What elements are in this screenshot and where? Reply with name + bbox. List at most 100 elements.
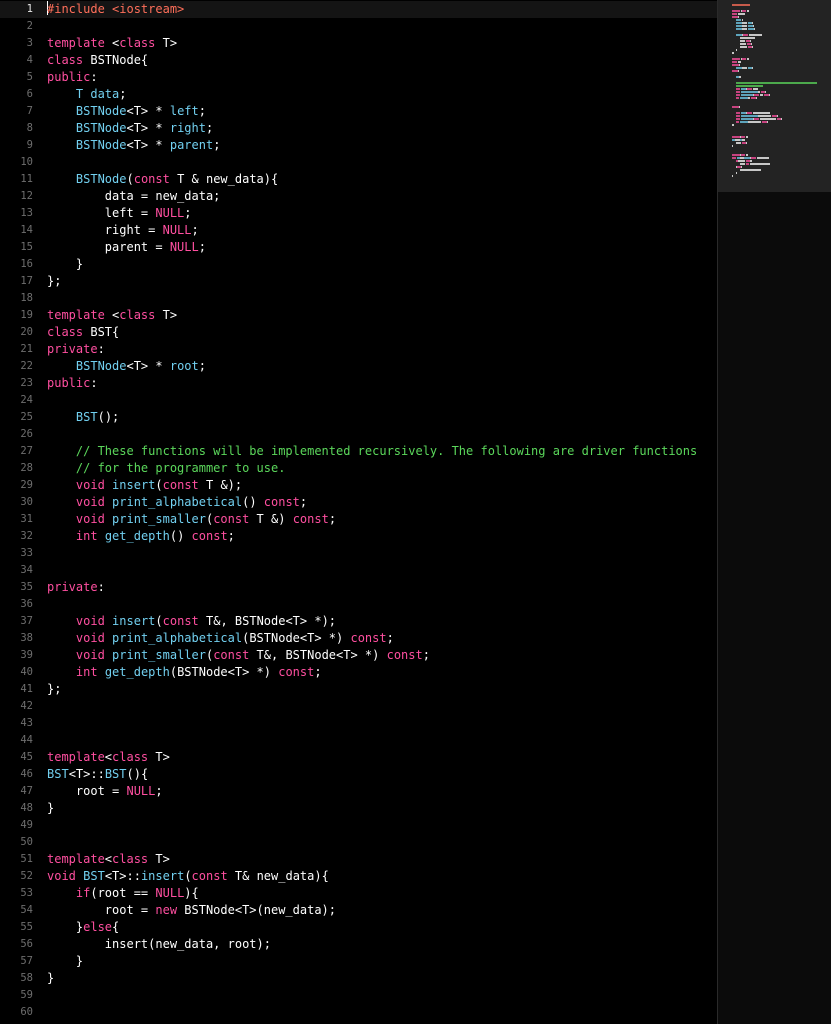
- code-line[interactable]: 19 template <class T>: [0, 307, 717, 324]
- code-line[interactable]: 50: [0, 834, 717, 851]
- code-token: (: [155, 614, 163, 628]
- code-line[interactable]: 45 template<class T>: [0, 749, 717, 766]
- code-line[interactable]: 38 void print_alphabetical(BSTNode<T> *)…: [0, 630, 717, 647]
- code-line[interactable]: 21 private:: [0, 341, 717, 358]
- code-line[interactable]: 53 if(root == NULL){: [0, 885, 717, 902]
- code-line[interactable]: 13 left = NULL;: [0, 205, 717, 222]
- code-token: template: [47, 852, 105, 866]
- code-line[interactable]: 24: [0, 392, 717, 409]
- code-token: T>: [155, 36, 178, 50]
- code-line[interactable]: 55 }else{: [0, 919, 717, 936]
- code-line[interactable]: 41};: [0, 681, 717, 698]
- code-line[interactable]: 29 void insert(const T &);: [0, 477, 717, 494]
- code-token: class: [112, 750, 149, 764]
- code-line[interactable]: 12 data = new_data;: [0, 188, 717, 205]
- code-line[interactable]: 52 void BST<T>::insert(const T& new_data)…: [0, 868, 717, 885]
- code-line[interactable]: 60: [0, 1004, 717, 1021]
- code-line[interactable]: 17};: [0, 273, 717, 290]
- code-token: ;: [314, 665, 322, 679]
- code-line[interactable]: 56 insert(new_data, root);: [0, 936, 717, 953]
- minimap-token: [747, 58, 750, 60]
- minimap-token: [735, 28, 743, 30]
- code-line[interactable]: 54 root = new BSTNode<T>(new_data);: [0, 902, 717, 919]
- minimap-token: [742, 28, 748, 30]
- code-line[interactable]: 7 BSTNode<T> * left;: [0, 103, 717, 120]
- code-editor[interactable]: 1 #include <iostream> 2 3 template <class T>…: [0, 0, 717, 1024]
- minimap-token: [749, 34, 763, 36]
- code-line[interactable]: 20 class BST{: [0, 324, 717, 341]
- code-line[interactable]: 31 void print_smaller(const T &) const;: [0, 511, 717, 528]
- code-token: data = new_data;: [47, 189, 221, 203]
- code-text: }: [47, 953, 83, 970]
- minimap-token: [752, 88, 758, 90]
- code-line[interactable]: 5 public:: [0, 69, 717, 86]
- code-line[interactable]: 4 class BSTNode{: [0, 52, 717, 69]
- code-line[interactable]: 33: [0, 545, 717, 562]
- code-line[interactable]: 23 public:: [0, 375, 717, 392]
- code-line[interactable]: 44: [0, 732, 717, 749]
- minimap-token: [739, 163, 746, 165]
- minimap-token: [732, 58, 740, 60]
- line-number: 17: [20, 275, 33, 287]
- code-token: {: [112, 920, 120, 934]
- code-line[interactable]: 36: [0, 596, 717, 613]
- code-token: root =: [47, 903, 156, 917]
- code-line[interactable]: 40 int get_depth(BSTNode<T> *) const;: [0, 664, 717, 681]
- code-line[interactable]: 46 BST<T>::BST(){: [0, 766, 717, 783]
- minimap-token: [735, 91, 740, 93]
- code-line[interactable]: 15 parent = NULL;: [0, 239, 717, 256]
- code-line[interactable]: 10: [0, 154, 717, 171]
- minimap-token: [767, 121, 769, 123]
- code-line[interactable]: 25 BST();: [0, 409, 717, 426]
- code-line[interactable]: 11 BSTNode(const T & new_data){: [0, 171, 717, 188]
- code-line[interactable]: 27 // These functions will be implemente…: [0, 443, 717, 460]
- code-line[interactable]: 49: [0, 817, 717, 834]
- code-line[interactable]: 34: [0, 562, 717, 579]
- code-line[interactable]: 37 void insert(const T&, BSTNode<T> *);: [0, 613, 717, 630]
- code-line[interactable]: 59: [0, 987, 717, 1004]
- code-line[interactable]: 42: [0, 698, 717, 715]
- code-line[interactable]: 3 template <class T>: [0, 35, 717, 52]
- minimap[interactable]: [717, 0, 831, 1024]
- code-text: void print_smaller(const T &) const;: [47, 511, 336, 528]
- code-line[interactable]: 8 BSTNode<T> * right;: [0, 120, 717, 137]
- code-text: }: [47, 800, 54, 817]
- line-number: 10: [20, 156, 33, 168]
- code-line[interactable]: 30 void print_alphabetical() const;: [0, 494, 717, 511]
- code-line[interactable]: 47 root = NULL;: [0, 783, 717, 800]
- code-line[interactable]: 39 void print_smaller(const T&, BSTNode<…: [0, 647, 717, 664]
- line-number: 46: [20, 768, 33, 780]
- code-line[interactable]: 16 }: [0, 256, 717, 273]
- line-number: 47: [20, 785, 33, 797]
- line-number: 7: [26, 105, 33, 117]
- code-line[interactable]: 22 BSTNode<T> * root;: [0, 358, 717, 375]
- code-line[interactable]: 57 }: [0, 953, 717, 970]
- code-line[interactable]: 43: [0, 715, 717, 732]
- code-line[interactable]: 26: [0, 426, 717, 443]
- code-token: void: [75, 614, 105, 628]
- code-line[interactable]: 18: [0, 290, 717, 307]
- code-line[interactable]: 32 int get_depth() const;: [0, 528, 717, 545]
- code-token: T &);: [198, 478, 243, 492]
- code-line[interactable]: 6 T data;: [0, 86, 717, 103]
- code-token: <T>::: [104, 869, 141, 883]
- code-line[interactable]: 14 right = NULL;: [0, 222, 717, 239]
- minimap-token: [740, 154, 746, 156]
- code-line[interactable]: 9 BSTNode<T> * parent;: [0, 137, 717, 154]
- line-number: 5: [26, 71, 33, 83]
- code-line[interactable]: 35 private:: [0, 579, 717, 596]
- minimap-token: [735, 118, 740, 120]
- code-line[interactable]: 48}: [0, 800, 717, 817]
- minimap-token: [739, 37, 755, 39]
- code-line[interactable]: 1 #include <iostream>: [0, 1, 717, 18]
- code-line[interactable]: 51 template<class T>: [0, 851, 717, 868]
- code-line[interactable]: 2: [0, 18, 717, 35]
- minimap-token: [740, 94, 753, 96]
- code-line[interactable]: 28 // for the programmer to use.: [0, 460, 717, 477]
- code-line[interactable]: 58}: [0, 970, 717, 987]
- code-token: T>: [148, 852, 170, 866]
- line-number: 38: [20, 632, 33, 644]
